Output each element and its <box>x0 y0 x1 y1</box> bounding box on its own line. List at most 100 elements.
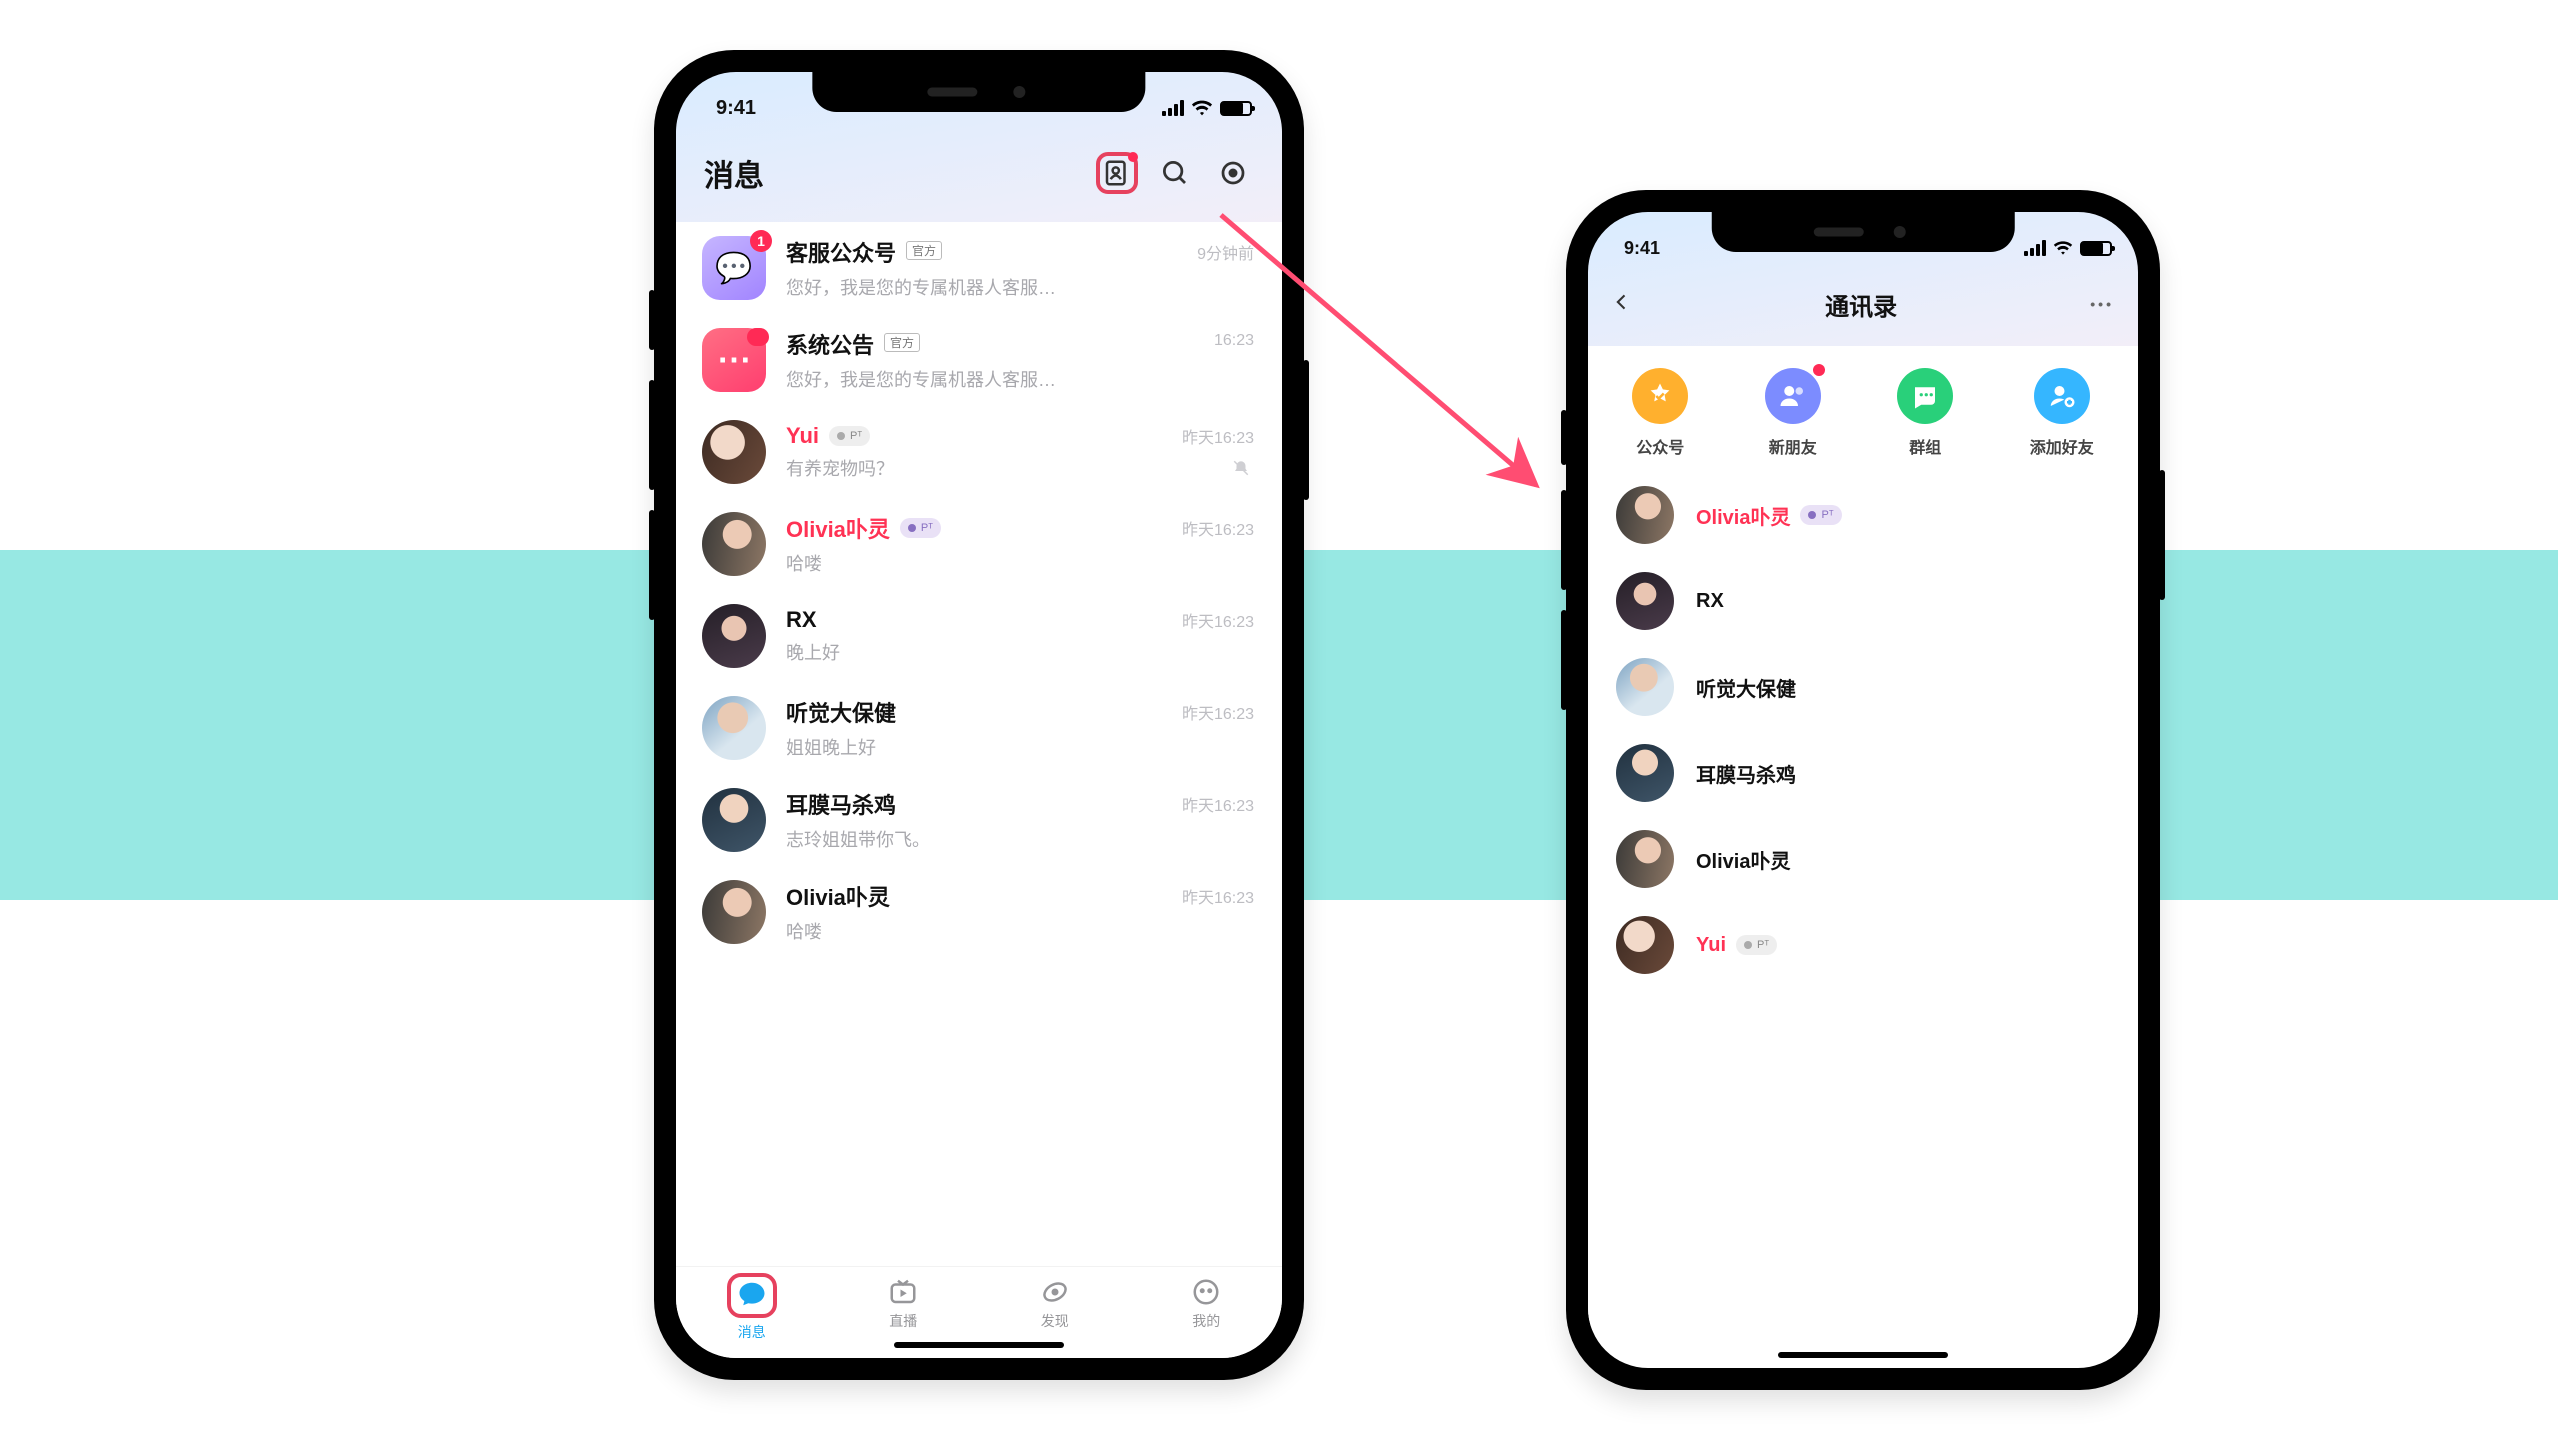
avatar <box>702 696 766 760</box>
notch <box>812 72 1145 112</box>
avatar <box>702 328 766 392</box>
user-badge-pill: Pᵀ <box>829 426 870 446</box>
phone-left-screen: 9:41 消息 <box>676 72 1282 1358</box>
chat-preview: 哈喽 <box>786 550 1256 576</box>
chat-row[interactable]: RX 晚上好 昨天16:23 <box>676 590 1282 682</box>
contact-name: RX <box>1696 590 1724 613</box>
badge-dot <box>1128 152 1138 162</box>
chat-preview: 您好，我是您的专属机器人客服… <box>786 366 1256 392</box>
chat-name: 客服公众号 官方 <box>786 236 1256 268</box>
avatar <box>1616 486 1674 544</box>
chat-row[interactable]: Yui Pᵀ 有养宠物吗？ 昨天16:23 <box>676 406 1282 498</box>
avatar <box>1616 744 1674 802</box>
nav-me[interactable]: 我的 <box>1131 1277 1283 1331</box>
unread-badge: 1 <box>750 230 772 252</box>
badge-dot <box>1813 364 1825 376</box>
contact-name: Olivia卟灵 <box>1696 845 1790 874</box>
unread-badge <box>747 328 769 346</box>
contacts-list[interactable]: 公众号新朋友群组添加好友 Olivia卟灵Pᵀ RX 听觉大保健 耳膜马杀鸡 O… <box>1588 346 2138 1330</box>
contact-name: YuiPᵀ <box>1696 934 1777 957</box>
guide-arrow <box>1206 200 1566 560</box>
chat-preview: 志玲姐姐带你飞。 <box>786 826 1256 852</box>
contact-row[interactable]: RX <box>1588 558 2138 644</box>
friends-icon <box>1765 368 1821 424</box>
contact-row[interactable]: YuiPᵀ <box>1588 902 2138 988</box>
chat-row[interactable]: Olivia卟灵 Pᵀ 哈喽 昨天16:23 <box>676 498 1282 590</box>
nav-label: 发现 <box>1041 1311 1069 1331</box>
avatar <box>1616 916 1674 974</box>
chat-row[interactable]: 听觉大保健 姐姐晚上好 昨天16:23 <box>676 682 1282 774</box>
chat-preview: 姐姐晚上好 <box>786 734 1256 760</box>
highlight-box <box>727 1273 777 1318</box>
nav-label: 消息 <box>738 1322 766 1342</box>
chat-time: 昨天16:23 <box>1182 608 1254 632</box>
quick-actions: 公众号 新朋友 群组 添加好友 <box>1588 346 2138 472</box>
chat-row[interactable]: 耳膜马杀鸡 志玲姐姐带你飞。 昨天16:23 <box>676 774 1282 866</box>
chat-row[interactable]: 1 客服公众号 官方 您好，我是您的专属机器人客服… 9分钟前 <box>676 222 1282 314</box>
official-tag: 官方 <box>884 333 920 352</box>
nav-messages[interactable]: 消息 <box>676 1277 828 1342</box>
quick-label: 添加好友 <box>2030 434 2094 458</box>
status-time: 9:41 <box>1624 238 1660 259</box>
page-title: 通讯录 <box>1825 287 1897 322</box>
avatar <box>702 604 766 668</box>
wifi-icon <box>1191 99 1213 117</box>
home-indicator <box>894 1342 1064 1348</box>
battery-icon <box>1220 101 1252 116</box>
quick-label: 新朋友 <box>1769 434 1817 458</box>
signal-icon <box>1162 100 1184 116</box>
chat-row[interactable]: 系统公告 官方 您好，我是您的专属机器人客服… 16:23 <box>676 314 1282 406</box>
contact-row[interactable]: 听觉大保健 <box>1588 644 2138 730</box>
chat-time: 昨天16:23 <box>1182 884 1254 908</box>
quick-label: 公众号 <box>1636 434 1684 458</box>
signal-icon <box>2024 240 2046 256</box>
contact-row[interactable]: Olivia卟灵Pᵀ <box>1588 472 2138 558</box>
chat-time: 昨天16:23 <box>1182 700 1254 724</box>
user-badge-pill: Pᵀ <box>1800 505 1841 525</box>
chat-preview: 晚上好 <box>786 639 1256 665</box>
official-tag: 官方 <box>906 241 942 260</box>
contact-name: 耳膜马杀鸡 <box>1696 759 1796 788</box>
avatar <box>702 788 766 852</box>
back-icon[interactable] <box>1612 292 1632 317</box>
avatar <box>702 512 766 576</box>
chat-row[interactable]: Olivia卟灵 哈喽 昨天16:23 <box>676 866 1282 958</box>
quick-group[interactable]: 群组 <box>1897 368 1953 458</box>
check-icon <box>1632 368 1688 424</box>
notch <box>1712 212 2015 252</box>
quick-friends[interactable]: 新朋友 <box>1765 368 1821 458</box>
nav-label: 直播 <box>889 1311 917 1331</box>
status-time: 9:41 <box>716 97 756 120</box>
avatar <box>702 880 766 944</box>
messages-header: 消息 <box>676 130 1282 216</box>
chat-list[interactable]: 1 客服公众号 官方 您好，我是您的专属机器人客服… 9分钟前 系统公告 官方 … <box>676 222 1282 1266</box>
avatar: 1 <box>702 236 766 300</box>
contact-name: 听觉大保健 <box>1696 673 1796 702</box>
nav-discover[interactable]: 发现 <box>979 1277 1131 1331</box>
chat-preview: 哈喽 <box>786 918 1256 944</box>
chat-preview: 有养宠物吗？ <box>786 455 1256 481</box>
nav-live[interactable]: 直播 <box>828 1277 980 1331</box>
quick-label: 群组 <box>1909 434 1941 458</box>
page-title: 消息 <box>704 151 764 195</box>
quick-add[interactable]: 添加好友 <box>2030 368 2094 458</box>
avatar <box>702 420 766 484</box>
battery-icon <box>2080 241 2112 256</box>
chat-preview: 您好，我是您的专属机器人客服… <box>786 274 1256 300</box>
nav-label: 我的 <box>1192 1311 1220 1331</box>
search-icon[interactable] <box>1154 152 1196 194</box>
phone-right-screen: 9:41 通讯录 ••• 公众号新朋友群组添加好友 Olivia卟灵Pᵀ RX … <box>1588 212 2138 1368</box>
contact-row[interactable]: 耳膜马杀鸡 <box>1588 730 2138 816</box>
contacts-icon[interactable] <box>1096 152 1138 194</box>
chat-time: 昨天16:23 <box>1182 792 1254 816</box>
contact-row[interactable]: Olivia卟灵 <box>1588 816 2138 902</box>
contact-name: Olivia卟灵Pᵀ <box>1696 501 1842 530</box>
contacts-header: 通讯录 ••• <box>1588 270 2138 338</box>
phone-right: 9:41 通讯录 ••• 公众号新朋友群组添加好友 Olivia卟灵Pᵀ RX … <box>1566 190 2160 1390</box>
quick-check[interactable]: 公众号 <box>1632 368 1688 458</box>
user-badge-pill: Pᵀ <box>1736 935 1777 955</box>
more-icon[interactable]: ••• <box>2090 296 2114 312</box>
target-icon[interactable] <box>1212 152 1254 194</box>
group-icon <box>1897 368 1953 424</box>
home-indicator <box>1778 1352 1948 1358</box>
